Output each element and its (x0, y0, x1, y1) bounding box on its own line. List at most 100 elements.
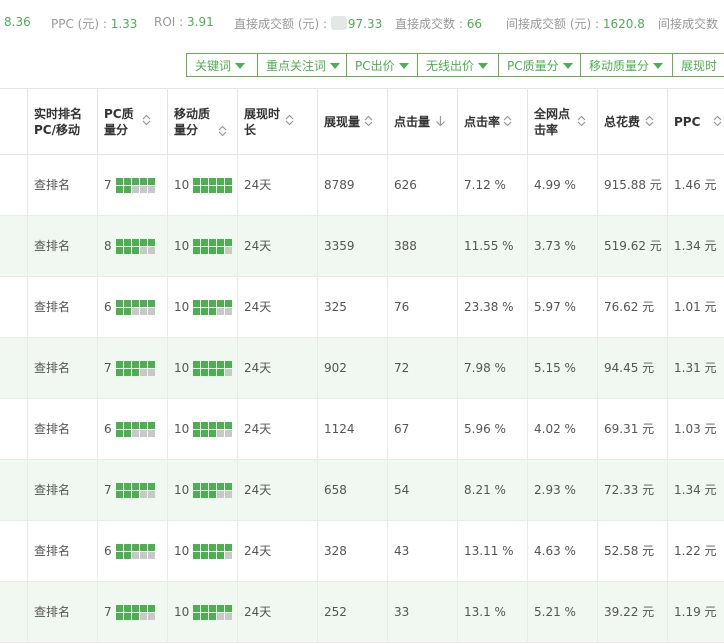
cell-duration-value: 24天 (244, 544, 272, 558)
filter-duration-button[interactable]: 展现时 (672, 53, 724, 77)
header-col-net-ctr[interactable]: 全网点 击率 (528, 89, 598, 155)
header-label: PC质 量分 (104, 107, 134, 137)
check-rank-link[interactable]: 查排名 (34, 605, 70, 619)
cell-total-cost-value: 94.45 元 (604, 361, 655, 375)
cell-pc-quality-value: 7 (104, 483, 112, 497)
cell-total-cost: 915.88 元 (598, 155, 668, 215)
stat-item-indirect-count: 间接成交数 (658, 15, 718, 32)
header-label: 展现时长 (244, 107, 281, 137)
filter-wireless-bid-button[interactable]: 无线出价 (417, 53, 499, 77)
cell-rank[interactable]: 查排名 (28, 216, 98, 276)
cell-rank[interactable]: 查排名 (28, 277, 98, 337)
cell-ctr: 5.96 % (458, 399, 528, 459)
cell-clicks-value: 72 (394, 361, 410, 375)
cell-ppc: 1.19 元 (668, 582, 724, 642)
cell-net-ctr: 3.73 % (528, 216, 598, 276)
cell-total-cost-value: 519.62 元 (604, 239, 662, 253)
sort-toggle-icon[interactable] (576, 115, 587, 127)
cell-mobile-quality-value: 10 (174, 239, 190, 253)
cell-impressions-value: 1124 (324, 422, 355, 436)
filter-focus-words-button[interactable]: 重点关注词 (257, 53, 347, 77)
check-rank-link[interactable]: 查排名 (34, 239, 70, 253)
check-rank-link[interactable]: 查排名 (34, 422, 70, 436)
header-col-duration[interactable]: 展现时长 (238, 89, 318, 155)
mobile-quality-bars (193, 299, 233, 316)
cell-total-cost: 94.45 元 (598, 338, 668, 398)
cell-rank[interactable]: 查排名 (28, 399, 98, 459)
cell-ctr-value: 8.21 % (464, 483, 506, 497)
header-col-mobile-quality[interactable]: 移动质 量分 (168, 89, 238, 155)
cell-mobile-quality-value: 10 (174, 300, 190, 314)
cell-ctr: 8.21 % (458, 460, 528, 520)
cell-ppc-value: 1.34 元 (674, 239, 717, 253)
cell-ctr-value: 23.38 % (464, 300, 514, 314)
sort-descending-icon[interactable] (435, 115, 446, 127)
mobile-quality-bars (193, 238, 233, 255)
cell-impressions: 3359 (318, 216, 388, 276)
stat-item-ppc: PPC (元) : 1.33 (51, 15, 137, 32)
cell-pc-quality: 6 (98, 399, 168, 459)
header-col-clicks[interactable]: 点击量 (388, 89, 458, 155)
cell-rank[interactable]: 查排名 (28, 338, 98, 398)
cell-pc-quality: 6 (98, 277, 168, 337)
header-col-total-cost[interactable]: 总花费 (598, 89, 668, 155)
sort-toggle-icon[interactable] (217, 125, 228, 137)
filter-pc-quality-button[interactable]: PC质量分 (498, 53, 581, 77)
cell-rank[interactable]: 查排名 (28, 582, 98, 642)
cell-duration: 24天 (238, 338, 318, 398)
cell-pc-quality: 7 (98, 338, 168, 398)
cell-pc-quality-value: 6 (104, 300, 112, 314)
filter-mobile-quality-button[interactable]: 移动质量分 (580, 53, 673, 77)
cell-total-cost: 69.31 元 (598, 399, 668, 459)
filter-keyword-button[interactable]: 关键词 (186, 53, 258, 77)
sort-toggle-icon[interactable] (284, 114, 295, 126)
sort-toggle-icon[interactable] (644, 115, 655, 127)
mobile-quality-bars (193, 360, 233, 377)
cell-total-cost: 519.62 元 (598, 216, 668, 276)
check-rank-link[interactable]: 查排名 (34, 544, 70, 558)
stat-value: 1620.8 (602, 17, 645, 31)
check-rank-link[interactable]: 查排名 (34, 300, 70, 314)
cell-pc-quality: 8 (98, 216, 168, 276)
table-row: 查排名 7 10 24天 252 33 13.1 % 5.21 % 39.22 元 1.19 元 (0, 582, 724, 643)
check-rank-link[interactable]: 查排名 (34, 178, 70, 192)
header-label: 总花费 (604, 115, 641, 129)
cell-net-ctr-value: 4.02 % (534, 422, 576, 436)
sort-toggle-icon[interactable] (141, 114, 152, 126)
cell-net-ctr: 4.99 % (528, 155, 598, 215)
cell-duration-value: 24天 (244, 361, 272, 375)
header-col-ctr[interactable]: 点击率 (458, 89, 528, 155)
cell-rank[interactable]: 查排名 (28, 521, 98, 581)
filter-pc-bid-button[interactable]: PC出价 (346, 53, 418, 77)
sort-toggle-icon[interactable] (712, 115, 723, 127)
cell-ctr-value: 13.1 % (464, 605, 506, 619)
stat-value: 66 (466, 17, 482, 31)
caret-down-icon (562, 63, 573, 69)
cell-partial (0, 216, 28, 276)
sort-toggle-icon[interactable] (502, 115, 513, 127)
header-col-pc-quality[interactable]: PC质 量分 (98, 89, 168, 155)
cell-duration: 24天 (238, 155, 318, 215)
sort-toggle-icon[interactable] (363, 115, 374, 127)
cell-clicks: 626 (388, 155, 458, 215)
cell-clicks: 388 (388, 216, 458, 276)
redacted-mask (330, 16, 347, 30)
pc-quality-bars (115, 177, 156, 194)
stat-label: 直接成交数 : (395, 17, 467, 31)
header-col-ppc[interactable]: PPC (668, 89, 724, 155)
cell-rank[interactable]: 查排名 (28, 460, 98, 520)
check-rank-link[interactable]: 查排名 (34, 483, 70, 497)
cell-pc-quality-value: 7 (104, 178, 112, 192)
pc-quality-bars (115, 299, 156, 316)
table-row: 查排名 8 10 24天 3359 388 11.55 % 3.73 % 519.62 元 1.3… (0, 216, 724, 277)
cell-rank[interactable]: 查排名 (28, 155, 98, 215)
check-rank-link[interactable]: 查排名 (34, 361, 70, 375)
header-col-impressions[interactable]: 展现量 (318, 89, 388, 155)
cell-pc-quality-value: 7 (104, 605, 112, 619)
stat-value: 3.91 (187, 15, 214, 29)
cell-ppc: 1.34 元 (668, 216, 724, 276)
cell-ctr: 7.98 % (458, 338, 528, 398)
cell-impressions: 1124 (318, 399, 388, 459)
table-header: 实时排名 PC/移动 PC质 量分 移动质 量分 展现时长 展现量 点击量 点击率 全网点 击率 总花费… (0, 88, 724, 155)
header-label: 点击量 (394, 115, 431, 129)
